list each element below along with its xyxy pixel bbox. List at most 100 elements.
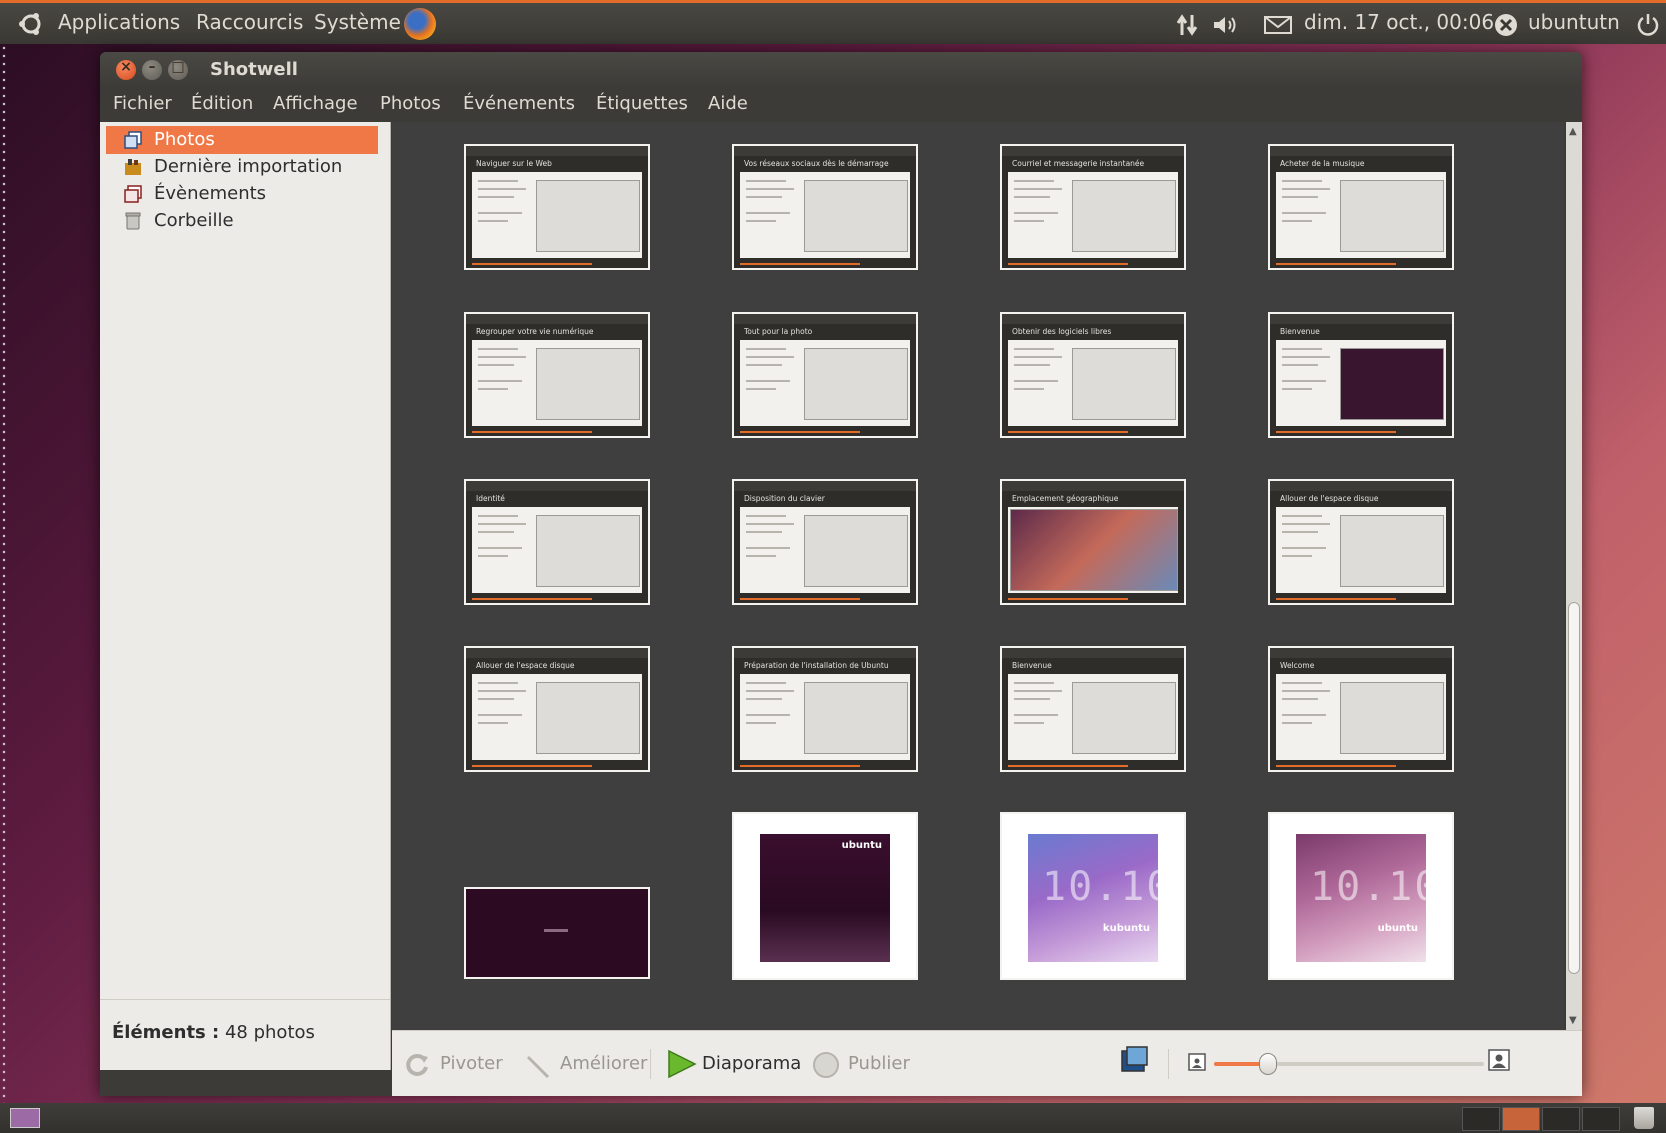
minimize-button[interactable]: – <box>142 59 162 80</box>
thumb-progress <box>1008 765 1128 767</box>
thumb-text-line <box>478 523 526 525</box>
photo-thumbnail[interactable] <box>464 887 650 979</box>
thumb-text-line <box>746 682 786 684</box>
user-name[interactable]: ubuntutn <box>1528 10 1620 34</box>
thumb-screenshot <box>804 180 908 252</box>
sidebar-item-last-import[interactable]: Dernière importation <box>106 153 378 181</box>
thumb-progress <box>1008 431 1128 433</box>
status-text: Éléments : 48 photos <box>112 1022 315 1043</box>
poster-brand: kubuntu <box>1102 923 1150 934</box>
status-colon: : <box>205 1022 220 1043</box>
enhance-label: Améliorer <box>560 1053 648 1074</box>
workspace-1[interactable] <box>1462 1107 1500 1131</box>
firefox-icon[interactable] <box>404 8 436 40</box>
sidebar-item-events[interactable]: Évènements <box>106 180 378 208</box>
maximize-button[interactable]: □ <box>168 59 188 80</box>
scroll-down-icon[interactable]: ▼ <box>1569 1015 1577 1026</box>
thumb-body <box>1276 172 1446 258</box>
menu-shortcuts[interactable]: Raccourcis <box>196 10 303 34</box>
menu-photos[interactable]: Photos <box>380 93 441 114</box>
user-status-icon[interactable] <box>1494 13 1518 37</box>
thumb-text-line <box>746 515 786 517</box>
thumb-text-line <box>478 180 518 182</box>
workspace-2[interactable] <box>1502 1107 1540 1131</box>
scroll-thumb[interactable] <box>1568 602 1580 974</box>
photo-thumbnail[interactable]: Courriel et messagerie instantanée <box>1000 144 1186 270</box>
thumb-screenshot <box>804 348 908 420</box>
maximize-icon: □ <box>171 59 185 75</box>
title-bar[interactable]: × – □ Shotwell <box>100 52 1582 88</box>
photo-thumbnail[interactable]: Vos réseaux sociaux dès le démarrage <box>732 144 918 270</box>
poster-image: 10.10 ubuntu <box>1296 834 1438 962</box>
zoom-out-icon[interactable] <box>1188 1053 1206 1071</box>
status-area: Éléments : 48 photos <box>100 999 390 1070</box>
show-desktop-button[interactable] <box>10 1108 40 1128</box>
photo-thumbnail[interactable]: Welcome <box>1268 646 1454 772</box>
thumb-body <box>1008 340 1178 426</box>
zoom-slider-handle[interactable] <box>1259 1053 1277 1075</box>
photo-thumbnail[interactable]: Regrouper votre vie numérique <box>464 312 650 438</box>
power-icon[interactable] <box>1636 12 1660 36</box>
menu-edit[interactable]: Édition <box>191 93 253 114</box>
fullscreen-icon[interactable] <box>1120 1045 1150 1075</box>
menu-tags[interactable]: Étiquettes <box>596 93 688 114</box>
close-button[interactable]: × <box>116 59 136 80</box>
photo-thumbnail[interactable]: Tout pour la photo <box>732 312 918 438</box>
trash-icon[interactable] <box>1634 1107 1654 1129</box>
photo-thumbnail[interactable]: Disposition du clavier <box>732 479 918 605</box>
thumb-text-line <box>1282 698 1318 700</box>
zoom-slider[interactable] <box>1214 1053 1484 1075</box>
photo-thumbnail[interactable]: 10.10 ubuntu <box>1268 812 1454 980</box>
thumb-body <box>1276 340 1446 426</box>
ubuntu-logo-icon[interactable] <box>18 11 44 37</box>
mail-icon[interactable] <box>1264 16 1292 34</box>
thumb-caption: Bienvenue <box>1012 661 1052 670</box>
workspace-3[interactable] <box>1542 1107 1580 1131</box>
thumb-screenshot <box>536 515 640 587</box>
menu-system[interactable]: Système <box>314 10 401 34</box>
events-icon <box>124 185 142 203</box>
photo-thumbnail[interactable]: Identité <box>464 479 650 605</box>
photo-thumbnail[interactable]: 10.10 kubuntu <box>1000 812 1186 980</box>
photo-thumbnail[interactable]: Naviguer sur le Web <box>464 144 650 270</box>
photo-thumbnail[interactable]: Allouer de l'espace disque <box>464 646 650 772</box>
thumb-text-line <box>746 698 782 700</box>
thumb-text-line <box>1282 531 1318 533</box>
zoom-in-icon[interactable] <box>1488 1049 1510 1071</box>
menu-view[interactable]: Affichage <box>273 93 358 114</box>
vertical-scrollbar[interactable]: ▲ ▼ <box>1566 122 1582 1030</box>
publish-label: Publier <box>848 1053 910 1074</box>
thumb-screenshot <box>804 682 908 754</box>
thumb-text-line <box>1014 380 1058 382</box>
photo-thumbnail[interactable]: Bienvenue <box>1000 646 1186 772</box>
desktop-edge <box>0 44 8 1103</box>
sidebar-item-label: Corbeille <box>154 210 234 231</box>
menu-help[interactable]: Aide <box>708 93 748 114</box>
workspace-4[interactable] <box>1582 1107 1620 1131</box>
thumb-progress <box>1276 263 1396 265</box>
photo-thumbnail[interactable]: Emplacement géographique <box>1000 479 1186 605</box>
photo-thumbnail[interactable]: Allouer de l'espace disque <box>1268 479 1454 605</box>
menu-file[interactable]: Fichier <box>113 93 172 114</box>
sidebar-item-photos[interactable]: Photos <box>106 126 378 154</box>
slideshow-label: Diaporama <box>702 1053 802 1074</box>
menu-applications[interactable]: Applications <box>58 10 180 34</box>
photo-thumbnail[interactable]: ubuntu <box>732 812 918 980</box>
photo-thumbnail[interactable]: Préparation de l'installation de Ubuntu <box>732 646 918 772</box>
photo-thumbnail[interactable]: Obtenir des logiciels libres <box>1000 312 1186 438</box>
photo-thumbnail[interactable]: Acheter de la musique <box>1268 144 1454 270</box>
photo-grid[interactable]: Naviguer sur le Web Vos réseaux sociaux d… <box>392 122 1564 1030</box>
photo-thumbnail[interactable]: Bienvenue <box>1268 312 1454 438</box>
thumb-progress <box>740 431 860 433</box>
thumb-text-line <box>746 547 790 549</box>
close-icon: × <box>120 59 132 75</box>
thumb-body <box>1008 674 1178 760</box>
network-icon[interactable] <box>1176 13 1198 37</box>
thumb-text-line <box>746 196 782 198</box>
thumb-body <box>472 507 642 593</box>
sidebar-item-trash[interactable]: Corbeille <box>106 207 378 235</box>
scroll-up-icon[interactable]: ▲ <box>1569 126 1577 137</box>
menu-events[interactable]: Événements <box>463 93 575 114</box>
clock[interactable]: dim. 17 oct., 00:06 <box>1304 10 1494 34</box>
volume-icon[interactable] <box>1212 14 1238 36</box>
